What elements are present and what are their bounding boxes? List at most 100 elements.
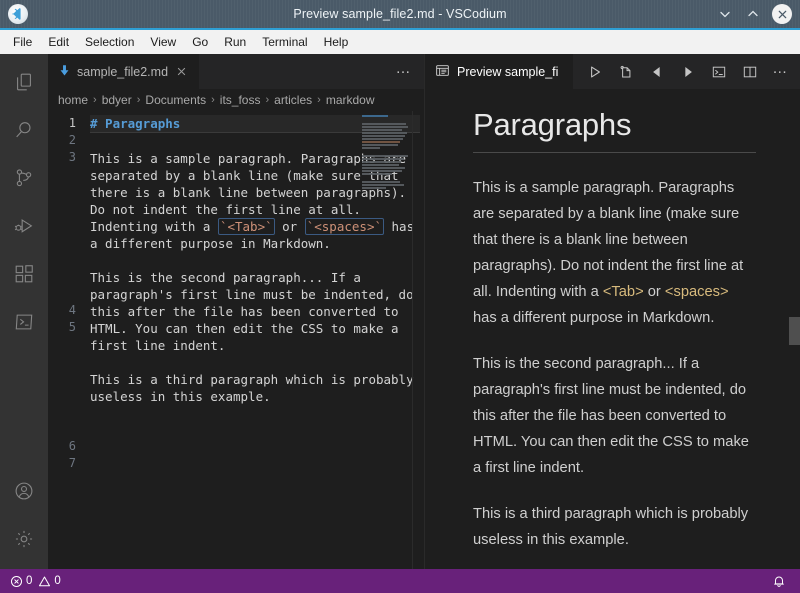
preview-paragraph-1: This is a sample paragraph. Paragraphs a… bbox=[473, 175, 756, 331]
error-count: 0 bbox=[26, 575, 32, 587]
editor-vertical-scrollbar[interactable] bbox=[412, 111, 424, 569]
more-actions-button[interactable]: … bbox=[765, 54, 796, 89]
code-content[interactable]: # Paragraphs This is a sample paragraph.… bbox=[90, 111, 424, 569]
menu-item-go[interactable]: Go bbox=[185, 33, 215, 52]
bell-icon bbox=[772, 574, 786, 588]
sidebar-item-run-debug[interactable] bbox=[0, 202, 48, 250]
window-title: Preview sample_file2.md - VSCodium bbox=[0, 7, 800, 21]
code-line-7: This is a third paragraph which is proba… bbox=[90, 371, 420, 405]
run-button[interactable] bbox=[579, 54, 610, 89]
toggle-terminal-button[interactable] bbox=[703, 54, 734, 89]
preview-inline-code-spaces: <spaces> bbox=[665, 284, 729, 300]
terminal-icon bbox=[711, 64, 727, 80]
breadcrumb-item-4[interactable]: articles bbox=[274, 93, 312, 107]
sidebar-item-search[interactable] bbox=[0, 106, 48, 154]
code-line-4 bbox=[90, 252, 420, 269]
sidebar-item-source-control[interactable] bbox=[0, 154, 48, 202]
preview-vertical-scrollbar[interactable] bbox=[789, 89, 800, 569]
maximize-button[interactable] bbox=[740, 2, 766, 26]
warning-count: 0 bbox=[54, 575, 60, 587]
breadcrumb-separator: › bbox=[265, 94, 269, 106]
editor-group-left: sample_file2.md … home › bdyer › Documen… bbox=[48, 54, 425, 569]
sidebar-item-settings[interactable] bbox=[0, 515, 48, 563]
preview-icon bbox=[435, 63, 450, 81]
notifications-button[interactable] bbox=[768, 570, 790, 592]
breadcrumb-item-0[interactable]: home bbox=[58, 93, 88, 107]
close-button[interactable] bbox=[772, 4, 792, 24]
breadcrumb-separator: › bbox=[317, 94, 321, 106]
tab-sample-file2-md[interactable]: sample_file2.md bbox=[48, 54, 199, 89]
workbench: sample_file2.md … home › bdyer › Documen… bbox=[0, 54, 800, 569]
split-editor-button[interactable] bbox=[734, 54, 765, 89]
code-line-1: # Paragraphs bbox=[90, 115, 420, 133]
editor-actions-more-button[interactable]: … bbox=[384, 54, 425, 89]
status-bar-right bbox=[768, 570, 790, 592]
code-text: or bbox=[275, 219, 305, 234]
title-bar: Preview sample_file2.md - VSCodium bbox=[0, 0, 800, 30]
sidebar-item-explorer[interactable] bbox=[0, 58, 48, 106]
markdown-icon bbox=[58, 64, 71, 80]
preview-heading: Paragraphs bbox=[473, 107, 756, 153]
menu-item-help[interactable]: Help bbox=[317, 33, 356, 52]
line-number: 2 bbox=[48, 132, 90, 149]
sidebar-item-extensions[interactable] bbox=[0, 250, 48, 298]
line-number: 5 bbox=[48, 319, 90, 336]
sidebar-item-accounts[interactable] bbox=[0, 467, 48, 515]
preview-text: This is a sample paragraph. Paragraphs a… bbox=[473, 180, 743, 300]
breadcrumb-item-5[interactable]: markdow bbox=[326, 93, 375, 107]
breadcrumb-separator: › bbox=[93, 94, 97, 106]
menu-bar: File Edit Selection View Go Run Terminal… bbox=[0, 30, 800, 54]
window-controls bbox=[712, 2, 800, 26]
line-number: 4 bbox=[48, 302, 90, 319]
preview-text: has a different purpose in Markdown. bbox=[473, 310, 714, 326]
line-number: 6 bbox=[48, 438, 90, 455]
activity-bar bbox=[0, 54, 48, 569]
preview-inline-code-tab: <Tab> bbox=[603, 284, 644, 300]
line-number-spacer bbox=[48, 166, 90, 302]
run-debug-icon bbox=[13, 215, 35, 237]
close-icon[interactable] bbox=[174, 65, 189, 79]
menu-item-terminal[interactable]: Terminal bbox=[255, 33, 314, 52]
vscodium-logo-icon bbox=[8, 4, 28, 24]
search-icon bbox=[13, 119, 35, 141]
navigate-forward-button[interactable] bbox=[672, 54, 703, 89]
editor-group-right: Preview sample_fi bbox=[425, 54, 800, 569]
extensions-icon bbox=[13, 263, 35, 285]
source-control-icon bbox=[13, 167, 35, 189]
markdown-preview[interactable]: Paragraphs This is a sample paragraph. P… bbox=[425, 89, 800, 569]
editor-tab-bar: sample_file2.md … bbox=[48, 54, 424, 89]
scrollbar-thumb[interactable] bbox=[789, 317, 800, 345]
gear-icon bbox=[13, 528, 35, 550]
line-number: 1 bbox=[48, 115, 90, 132]
preview-text: or bbox=[644, 284, 665, 300]
open-file-icon bbox=[618, 64, 634, 80]
line-number: 3 bbox=[48, 149, 90, 166]
navigate-back-button[interactable] bbox=[641, 54, 672, 89]
breadcrumb-item-3[interactable]: its_foss bbox=[220, 93, 261, 107]
menu-item-edit[interactable]: Edit bbox=[41, 33, 76, 52]
status-bar: 0 0 bbox=[0, 569, 800, 593]
preview-editor-actions: … bbox=[573, 54, 796, 89]
vscodium-window: Preview sample_file2.md - VSCodium File … bbox=[0, 0, 800, 593]
open-source-button[interactable] bbox=[610, 54, 641, 89]
minimize-button[interactable] bbox=[712, 2, 738, 26]
sidebar-item-terminal[interactable] bbox=[0, 298, 48, 346]
breadcrumb-item-2[interactable]: Documents bbox=[145, 93, 206, 107]
menu-item-file[interactable]: File bbox=[6, 33, 39, 52]
inline-code-tab: `<Tab>` bbox=[218, 218, 275, 235]
line-number-gutter: 1 2 3 4 5 6 7 bbox=[48, 111, 90, 569]
menu-item-selection[interactable]: Selection bbox=[78, 33, 141, 52]
files-icon bbox=[13, 71, 35, 93]
problems-status-item[interactable]: 0 0 bbox=[6, 570, 65, 592]
menu-item-run[interactable]: Run bbox=[217, 33, 253, 52]
tab-preview-sample-file2[interactable]: Preview sample_fi bbox=[425, 54, 573, 89]
breadcrumb-item-1[interactable]: bdyer bbox=[102, 93, 132, 107]
code-editor[interactable]: 1 2 3 4 5 6 7 # Paragraphs This is a sam… bbox=[48, 111, 424, 569]
preview-tab-label: Preview sample_fi bbox=[457, 65, 558, 79]
breadcrumb-separator: › bbox=[137, 94, 141, 106]
tab-label: sample_file2.md bbox=[77, 65, 168, 79]
breadcrumb-separator: › bbox=[211, 94, 215, 106]
arrow-left-icon bbox=[649, 64, 665, 80]
line-number-spacer bbox=[48, 336, 90, 438]
menu-item-view[interactable]: View bbox=[143, 33, 183, 52]
